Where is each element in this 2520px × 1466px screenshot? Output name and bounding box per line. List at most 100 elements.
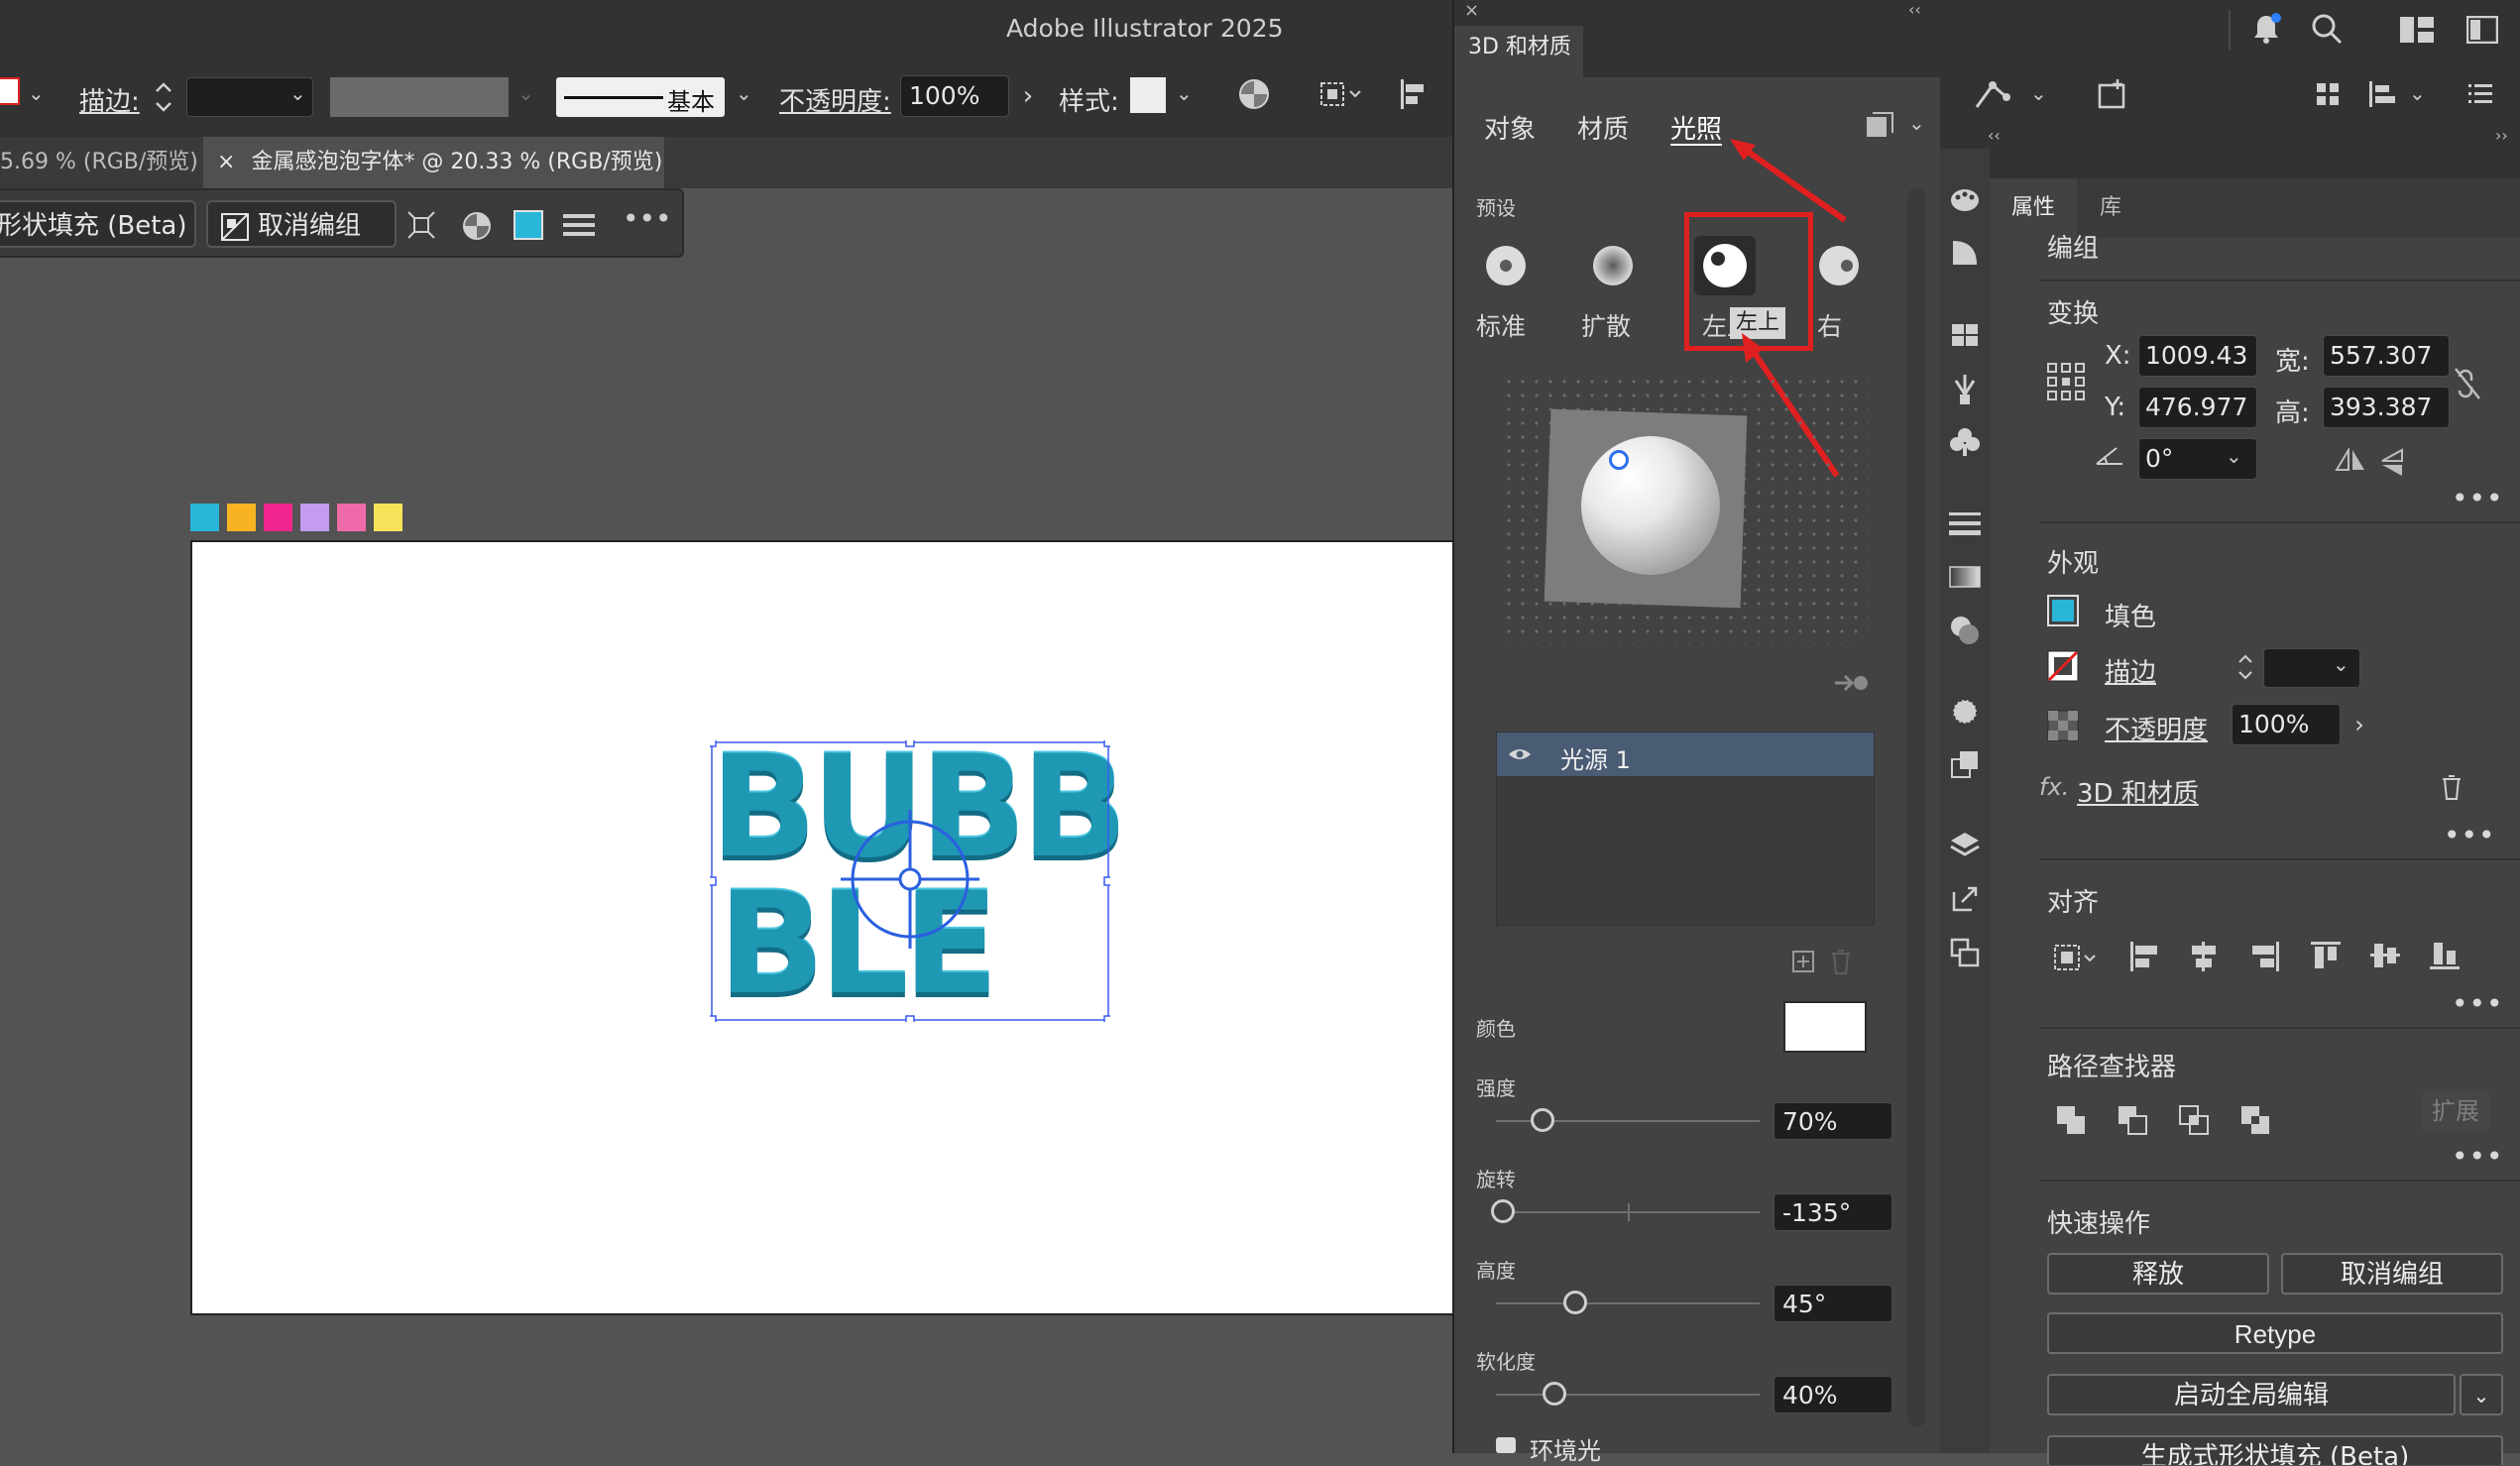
ungroup-button[interactable]: 取消编组 bbox=[2281, 1253, 2503, 1295]
document-tab[interactable]: 5.69 % (RGB/预览) bbox=[0, 137, 203, 188]
global-edit-button[interactable]: 启动全局编辑 bbox=[2047, 1374, 2456, 1415]
width-input[interactable]: 557.307 bbox=[2323, 335, 2450, 377]
intensity-slider-knob[interactable] bbox=[1530, 1108, 1554, 1132]
chevron-down-icon[interactable]: ⌄ bbox=[28, 81, 45, 105]
more-options-icon[interactable]: ••• bbox=[2444, 819, 2496, 851]
align-to-selection-icon[interactable] bbox=[2053, 942, 2099, 977]
align-left-icon[interactable] bbox=[1398, 77, 1428, 115]
height-input[interactable]: 393.387 bbox=[2323, 387, 2450, 428]
swatches-icon[interactable] bbox=[1940, 319, 1990, 359]
artboards-icon[interactable] bbox=[1940, 938, 1990, 977]
notification-bell-icon[interactable] bbox=[2250, 12, 2282, 50]
chevron-down-icon[interactable]: ⌄ bbox=[736, 81, 752, 105]
transparency-icon[interactable] bbox=[1940, 615, 1990, 654]
appearance-icon[interactable] bbox=[1940, 696, 1990, 735]
graphic-styles-icon[interactable] bbox=[1940, 749, 1990, 789]
opacity-arrow-icon[interactable]: › bbox=[2343, 704, 2376, 745]
pathfinder-exclude-icon[interactable] bbox=[2239, 1104, 2271, 1140]
arrange-icon[interactable] bbox=[2315, 81, 2341, 111]
pathfinder-intersect-icon[interactable] bbox=[2178, 1104, 2210, 1140]
bubble-artwork[interactable]: BUBB BLE bbox=[710, 737, 1128, 1022]
color-palette-icon[interactable] bbox=[1940, 184, 1990, 224]
export-icon[interactable] bbox=[1940, 884, 1990, 924]
fx-icon[interactable]: fx. bbox=[2039, 773, 2069, 801]
height-input[interactable]: 45° bbox=[1774, 1285, 1892, 1322]
swatch[interactable] bbox=[190, 504, 219, 531]
shape-fill-button[interactable]: 形状填充 (Beta) bbox=[0, 200, 196, 248]
softness-input[interactable]: 40% bbox=[1774, 1376, 1892, 1413]
light-handle[interactable] bbox=[1609, 450, 1629, 470]
layers-icon[interactable] bbox=[1940, 831, 1990, 870]
add-light-icon[interactable] bbox=[1791, 950, 1815, 977]
swatch[interactable] bbox=[264, 504, 292, 531]
more-options-icon[interactable]: ••• bbox=[2452, 482, 2504, 514]
expand-dock-icon[interactable]: ›› bbox=[2495, 126, 2508, 145]
opacity-input[interactable]: 100% bbox=[2232, 704, 2341, 745]
chevron-down-icon[interactable]: ⌄ bbox=[2333, 652, 2349, 676]
light-preview-grid[interactable] bbox=[1502, 375, 1869, 644]
puppet-warp-icon[interactable] bbox=[1973, 77, 2012, 117]
symbols-icon[interactable] bbox=[1940, 426, 1990, 466]
search-icon[interactable] bbox=[2310, 12, 2344, 50]
align-top-edges-icon[interactable] bbox=[2309, 940, 2343, 975]
eye-icon[interactable] bbox=[1507, 744, 1533, 768]
recolor-artwork-icon[interactable] bbox=[1237, 77, 1271, 115]
ungroup-button[interactable]: 取消编组 bbox=[206, 200, 397, 248]
workspace-layout-icon[interactable] bbox=[2399, 16, 2435, 48]
height-slider-track[interactable] bbox=[1496, 1302, 1760, 1304]
close-tab-icon[interactable]: × bbox=[217, 150, 235, 174]
rotation-input[interactable]: -135° bbox=[1774, 1193, 1892, 1231]
pathfinder-unite-icon[interactable] bbox=[2055, 1104, 2087, 1140]
stroke-none-swatch-icon[interactable] bbox=[2047, 650, 2079, 686]
chevron-down-icon[interactable]: ⌄ bbox=[289, 81, 306, 105]
swatch[interactable] bbox=[227, 504, 256, 531]
fill-swatch[interactable] bbox=[2047, 595, 2079, 626]
trash-icon[interactable] bbox=[2440, 773, 2463, 805]
constrain-proportions-icon[interactable] bbox=[2454, 367, 2481, 404]
align-vertical-center-icon[interactable] bbox=[2368, 940, 2402, 975]
gradient-panel-icon[interactable] bbox=[1940, 561, 1990, 601]
flip-horizontal-icon[interactable] bbox=[2335, 446, 2366, 478]
stroke-stepper[interactable] bbox=[149, 71, 178, 123]
light-list-item[interactable]: 光源 1 bbox=[1497, 733, 1874, 776]
chevron-down-icon[interactable]: ⌄ bbox=[2409, 81, 2426, 105]
variable-width-profile[interactable] bbox=[330, 77, 509, 117]
chevron-down-icon[interactable]: ⌄ bbox=[2030, 81, 2047, 105]
chevron-down-icon[interactable]: ⌄ bbox=[1176, 81, 1193, 105]
y-input[interactable]: 476.977 bbox=[2138, 387, 2257, 428]
menu-lines-icon[interactable] bbox=[563, 212, 595, 242]
swatch[interactable] bbox=[337, 504, 366, 531]
softness-slider-knob[interactable] bbox=[1542, 1382, 1566, 1406]
softness-slider-track[interactable] bbox=[1496, 1394, 1760, 1396]
move-light-behind-icon[interactable] bbox=[1833, 670, 1869, 700]
align-bottom-edges-icon[interactable] bbox=[2428, 940, 2462, 975]
opacity-input[interactable]: 100% bbox=[900, 75, 1009, 117]
rotation-slider-knob[interactable] bbox=[1490, 1199, 1515, 1223]
align-right-edges-icon[interactable] bbox=[2249, 940, 2281, 977]
height-slider-knob[interactable] bbox=[1562, 1291, 1587, 1314]
more-options-icon[interactable]: ••• bbox=[2452, 1140, 2504, 1173]
more-options-icon[interactable]: ••• bbox=[623, 202, 672, 235]
global-edit-dropdown[interactable]: ⌄ bbox=[2460, 1374, 2503, 1415]
flip-vertical-icon[interactable] bbox=[2380, 448, 2406, 482]
stroke-swatch-icon[interactable] bbox=[0, 77, 20, 105]
artboard[interactable]: BUBB BLE bbox=[190, 540, 1458, 1315]
opacity-arrow-icon[interactable]: › bbox=[1011, 75, 1045, 117]
retype-button[interactable]: Retype bbox=[2047, 1312, 2503, 1354]
pathfinder-minus-front-icon[interactable] bbox=[2117, 1104, 2148, 1140]
document-tab-active[interactable]: × 金属感泡泡字体* @ 20.33 % (RGB/预览) bbox=[203, 137, 664, 188]
align-to-icon[interactable] bbox=[1318, 79, 1362, 113]
transform-each-icon[interactable] bbox=[406, 210, 436, 244]
stroke-weight-stepper[interactable] bbox=[2232, 646, 2259, 688]
control-menu-icon[interactable] bbox=[2466, 81, 2494, 109]
more-options-icon[interactable]: ••• bbox=[2452, 987, 2504, 1020]
brushes-icon[interactable] bbox=[1940, 373, 1990, 412]
chevron-down-icon[interactable]: ⌄ bbox=[2226, 444, 2242, 468]
collapse-dock-icon[interactable]: ‹‹ bbox=[1988, 126, 2001, 145]
light-color-swatch[interactable] bbox=[1783, 1001, 1867, 1053]
generative-shape-fill-button[interactable]: 生成式形状填充 (Beta) bbox=[2047, 1435, 2503, 1465]
intensity-input[interactable]: 70% bbox=[1774, 1102, 1892, 1140]
brush-definition[interactable]: 基本 bbox=[556, 77, 725, 117]
x-input[interactable]: 1009.43 bbox=[2138, 335, 2257, 377]
graphic-style-swatch[interactable] bbox=[1130, 77, 1166, 113]
